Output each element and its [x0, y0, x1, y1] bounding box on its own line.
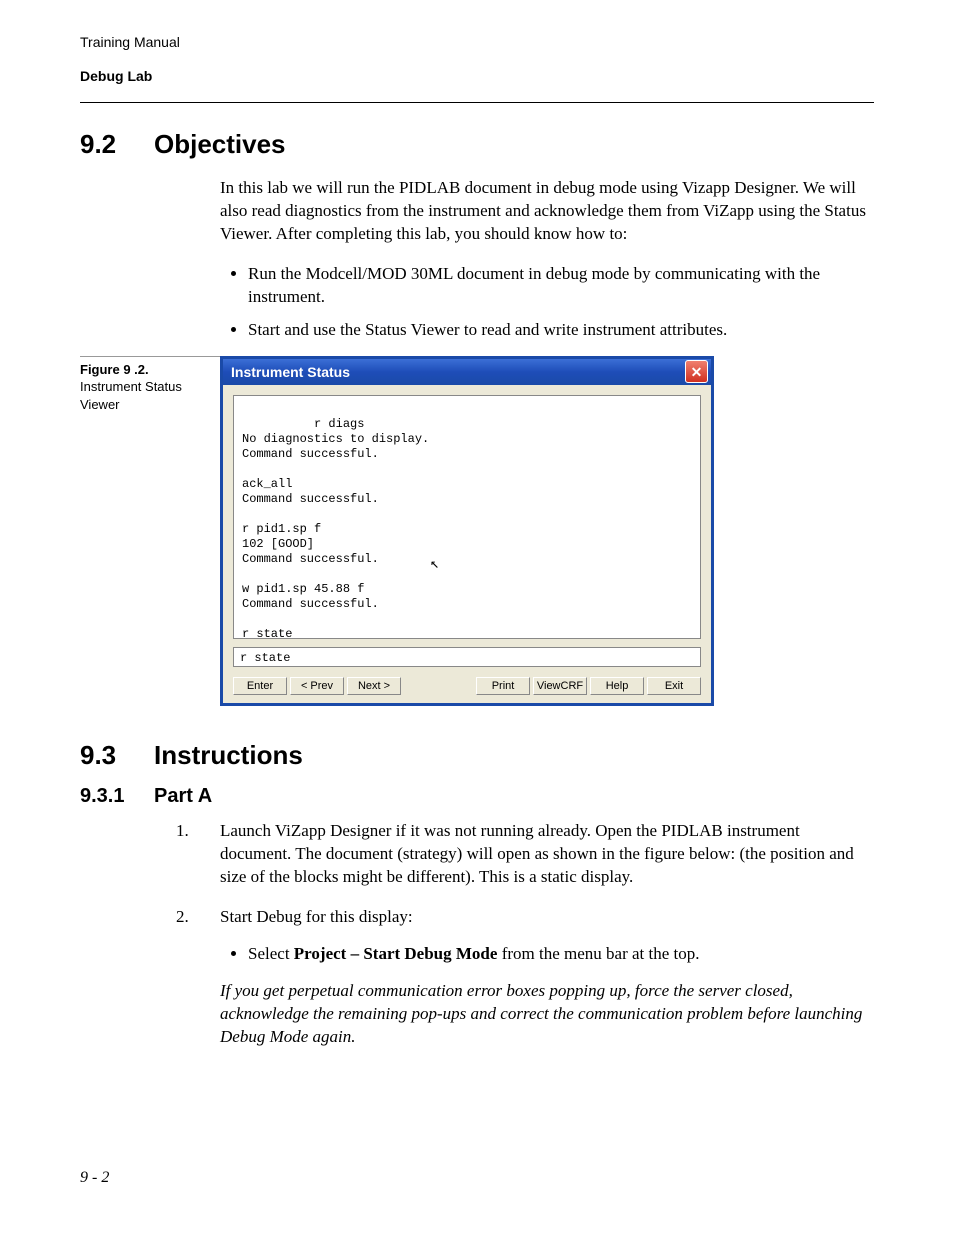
header-rule: [80, 102, 874, 103]
cursor-icon: ↖: [430, 556, 439, 575]
print-button[interactable]: Print: [476, 677, 530, 695]
section-number: 9.3: [80, 740, 154, 771]
enter-button[interactable]: Enter: [233, 677, 287, 695]
step-text: Launch ViZapp Designer if it was not run…: [220, 820, 874, 889]
exit-button[interactable]: Exit: [647, 677, 701, 695]
substep: Select Project – Start Debug Mode from t…: [248, 943, 874, 966]
close-button[interactable]: ✕: [685, 360, 708, 383]
figure-caption-text: Instrument Status Viewer: [80, 379, 182, 412]
instrument-status-window: Instrument Status ✕ r diags No diagnosti…: [220, 356, 714, 706]
button-row: Enter < Prev Next > Print ViewCRF Help E…: [233, 677, 701, 695]
button-group-left: Enter < Prev Next >: [233, 677, 401, 695]
viewcrf-button[interactable]: ViewCRF: [533, 677, 587, 695]
output-pane: r diags No diagnostics to display. Comma…: [233, 395, 701, 639]
subsection-title: Part A: [154, 785, 212, 808]
objectives-body: In this lab we will run the PIDLAB docum…: [220, 177, 874, 342]
figure-label: Figure 9 .2.: [80, 362, 149, 377]
instruction-step: 1. Launch ViZapp Designer if it was not …: [176, 820, 874, 889]
window-title: Instrument Status: [231, 364, 350, 380]
figure-caption: Figure 9 .2. Instrument Status Viewer: [80, 356, 220, 414]
objectives-bullets: Run the Modcell/MOD 30ML document in deb…: [220, 263, 874, 342]
running-title: Training Manual: [80, 34, 874, 50]
step-number: 2.: [176, 906, 220, 1049]
help-button[interactable]: Help: [590, 677, 644, 695]
instruction-list: 1. Launch ViZapp Designer if it was not …: [176, 820, 874, 1050]
section-title: Instructions: [154, 740, 303, 771]
substep-post: from the menu bar at the top.: [497, 944, 699, 963]
page: Training Manual Debug Lab 9.2 Objectives…: [0, 0, 954, 1235]
section-number: 9.2: [80, 129, 154, 160]
running-subtitle: Debug Lab: [80, 68, 874, 84]
section-instructions-heading: 9.3 Instructions: [80, 740, 874, 771]
objectives-intro: In this lab we will run the PIDLAB docum…: [220, 177, 874, 246]
bullet-item: Run the Modcell/MOD 30ML document in deb…: [248, 263, 874, 309]
section-title: Objectives: [154, 129, 286, 160]
figure-row: Figure 9 .2. Instrument Status Viewer In…: [80, 356, 874, 706]
close-icon: ✕: [691, 365, 703, 379]
subsection-parta-heading: 9.3.1 Part A: [80, 785, 874, 808]
step-number: 1.: [176, 820, 220, 889]
substep-bold: Project – Start Debug Mode: [294, 944, 498, 963]
output-text: r diags No diagnostics to display. Comma…: [242, 417, 429, 639]
next-button[interactable]: Next >: [347, 677, 401, 695]
command-input[interactable]: r state: [233, 647, 701, 667]
step-text: Start Debug for this display: Select Pro…: [220, 906, 874, 1049]
page-footer: 9 - 2: [80, 1169, 109, 1187]
step-note: If you get perpetual communication error…: [220, 981, 862, 1046]
section-objectives-heading: 9.2 Objectives: [80, 129, 874, 160]
instruction-step: 2. Start Debug for this display: Select …: [176, 906, 874, 1049]
running-header: Training Manual Debug Lab: [80, 34, 874, 84]
substep-pre: Select: [248, 944, 294, 963]
bullet-item: Start and use the Status Viewer to read …: [248, 319, 874, 342]
step-lead: Start Debug for this display:: [220, 907, 413, 926]
prev-button[interactable]: < Prev: [290, 677, 344, 695]
button-group-right: Print ViewCRF Help Exit: [476, 677, 701, 695]
window-titlebar: Instrument Status ✕: [223, 359, 711, 385]
subsection-number: 9.3.1: [80, 785, 154, 808]
window-body: r diags No diagnostics to display. Comma…: [223, 385, 711, 703]
